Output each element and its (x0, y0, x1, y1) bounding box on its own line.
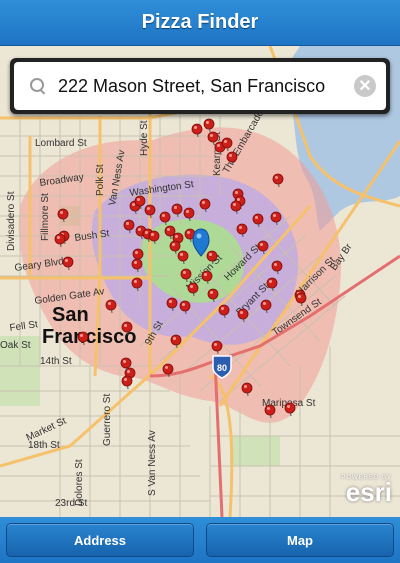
app-header: Pizza Finder (0, 0, 400, 46)
map-view[interactable]: 80 Lombard St Broadway Washington St Bus… (0, 46, 400, 517)
street-label: Divisadero St (6, 191, 17, 251)
street-label: Fillmore St (40, 193, 51, 241)
street-label: S Van Ness Av (147, 430, 158, 496)
map-canvas[interactable]: 80 Lombard St Broadway Washington St Bus… (0, 46, 400, 517)
search-box[interactable]: ✕ (14, 62, 386, 110)
street-label: Dolores St (74, 459, 85, 506)
street-label: Polk St (95, 164, 106, 196)
search-icon (28, 76, 48, 96)
app-title: Pizza Finder (141, 11, 259, 33)
park-area (230, 436, 280, 466)
address-tab-button[interactable]: Address (6, 523, 194, 557)
search-bar: ✕ (10, 58, 390, 114)
street-label: 18th St (28, 440, 60, 451)
street-label: Hyde St (139, 120, 150, 156)
freeway-number: 80 (217, 363, 227, 373)
street-label: 14th St (40, 356, 72, 367)
street-label: Oak St (0, 340, 31, 351)
freeway-shield: 80 (212, 355, 232, 379)
city-label-line1: San (52, 304, 89, 326)
esri-attribution: POWERED BY esri (341, 475, 392, 507)
clear-icon[interactable]: ✕ (354, 75, 376, 97)
esri-logo: esri (345, 477, 392, 507)
address-search-input[interactable] (58, 75, 354, 97)
street-label: Fell St (9, 319, 39, 334)
street-label: Guerrero St (102, 394, 113, 446)
tab-bar: Address Map (0, 517, 400, 563)
pizza-pin[interactable] (121, 375, 133, 390)
map-tab-button[interactable]: Map (206, 523, 394, 557)
street-label: Lombard St (35, 138, 87, 149)
